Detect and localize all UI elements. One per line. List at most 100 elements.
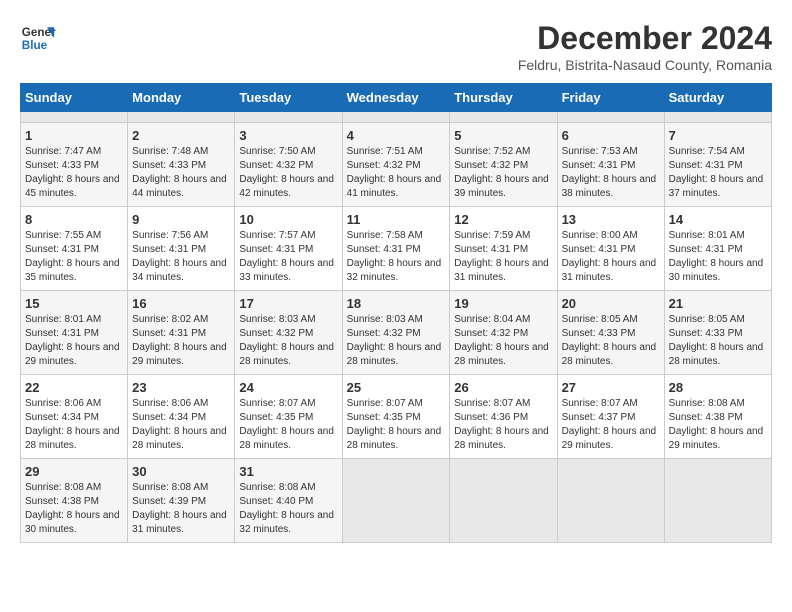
col-saturday: Saturday (664, 84, 771, 112)
day-number: 17 (239, 296, 337, 311)
calendar-cell (21, 112, 128, 123)
calendar-cell: 9 Sunrise: 7:56 AM Sunset: 4:31 PM Daylig… (128, 207, 235, 291)
day-number: 19 (454, 296, 552, 311)
day-number: 11 (347, 212, 446, 227)
calendar-cell (557, 459, 664, 543)
calendar-cell (450, 112, 557, 123)
day-info: Sunrise: 8:03 AM Sunset: 4:32 PM Dayligh… (347, 313, 446, 369)
col-thursday: Thursday (450, 84, 557, 112)
calendar-cell: 13 Sunrise: 8:00 AM Sunset: 4:31 PM Dayli… (557, 207, 664, 291)
title-area: December 2024 Feldru, Bistrita-Nasaud Co… (518, 20, 772, 73)
day-info: Sunrise: 8:01 AM Sunset: 4:31 PM Dayligh… (669, 229, 767, 285)
col-friday: Friday (557, 84, 664, 112)
svg-text:Blue: Blue (22, 39, 48, 52)
calendar-cell: 11 Sunrise: 7:58 AM Sunset: 4:31 PM Dayli… (342, 207, 450, 291)
day-info: Sunrise: 8:08 AM Sunset: 4:40 PM Dayligh… (239, 481, 337, 537)
day-info: Sunrise: 8:03 AM Sunset: 4:32 PM Dayligh… (239, 313, 337, 369)
day-number: 9 (132, 212, 230, 227)
calendar-cell: 29Sunrise: 8:08 AM Sunset: 4:38 PM Dayli… (21, 459, 128, 543)
day-info: Sunrise: 8:01 AM Sunset: 4:31 PM Dayligh… (25, 313, 123, 369)
logo: General Blue (20, 20, 56, 56)
page-title: December 2024 (518, 20, 772, 57)
page-subtitle: Feldru, Bistrita-Nasaud County, Romania (518, 57, 772, 73)
calendar-week-row (21, 112, 772, 123)
day-number: 4 (347, 128, 446, 143)
calendar-cell: 12Sunrise: 7:59 AM Sunset: 4:31 PM Dayli… (450, 207, 557, 291)
calendar-cell: 10Sunrise: 7:57 AM Sunset: 4:31 PM Dayli… (235, 207, 342, 291)
calendar-cell: 23 Sunrise: 8:06 AM Sunset: 4:34 PM Dayli… (128, 375, 235, 459)
calendar-cell: 26 Sunrise: 8:07 AM Sunset: 4:36 PM Dayli… (450, 375, 557, 459)
calendar-cell (235, 112, 342, 123)
day-info: Sunrise: 8:04 AM Sunset: 4:32 PM Dayligh… (454, 313, 552, 369)
calendar-cell: 25Sunrise: 8:07 AM Sunset: 4:35 PM Dayli… (342, 375, 450, 459)
calendar-cell (664, 112, 771, 123)
calendar-cell (342, 112, 450, 123)
calendar-cell: 16Sunrise: 8:02 AM Sunset: 4:31 PM Dayli… (128, 291, 235, 375)
day-info: Sunrise: 7:57 AM Sunset: 4:31 PM Dayligh… (239, 229, 337, 285)
logo-icon: General Blue (20, 20, 56, 56)
day-info: Sunrise: 7:56 AM Sunset: 4:31 PM Dayligh… (132, 229, 230, 285)
day-info: Sunrise: 8:00 AM Sunset: 4:31 PM Dayligh… (562, 229, 660, 285)
calendar-cell: 7 Sunrise: 7:54 AM Sunset: 4:31 PM Daylig… (664, 123, 771, 207)
calendar-cell: 31 Sunrise: 8:08 AM Sunset: 4:40 PM Dayli… (235, 459, 342, 543)
day-number: 13 (562, 212, 660, 227)
calendar-cell: 22Sunrise: 8:06 AM Sunset: 4:34 PM Dayli… (21, 375, 128, 459)
day-info: Sunrise: 8:06 AM Sunset: 4:34 PM Dayligh… (132, 397, 230, 453)
day-info: Sunrise: 8:07 AM Sunset: 4:36 PM Dayligh… (454, 397, 552, 453)
day-number: 25 (347, 380, 446, 395)
col-wednesday: Wednesday (342, 84, 450, 112)
day-number: 30 (132, 464, 230, 479)
day-info: Sunrise: 8:05 AM Sunset: 4:33 PM Dayligh… (669, 313, 767, 369)
calendar-cell (450, 459, 557, 543)
day-number: 27 (562, 380, 660, 395)
day-number: 31 (239, 464, 337, 479)
day-number: 23 (132, 380, 230, 395)
calendar-cell: 18 Sunrise: 8:03 AM Sunset: 4:32 PM Dayli… (342, 291, 450, 375)
day-number: 16 (132, 296, 230, 311)
day-number: 6 (562, 128, 660, 143)
calendar-cell: 8 Sunrise: 7:55 AM Sunset: 4:31 PM Daylig… (21, 207, 128, 291)
day-info: Sunrise: 7:55 AM Sunset: 4:31 PM Dayligh… (25, 229, 123, 285)
day-number: 24 (239, 380, 337, 395)
calendar-cell: 14 Sunrise: 8:01 AM Sunset: 4:31 PM Dayli… (664, 207, 771, 291)
day-info: Sunrise: 7:52 AM Sunset: 4:32 PM Dayligh… (454, 145, 552, 201)
calendar-cell: 30Sunrise: 8:08 AM Sunset: 4:39 PM Dayli… (128, 459, 235, 543)
day-info: Sunrise: 7:53 AM Sunset: 4:31 PM Dayligh… (562, 145, 660, 201)
day-number: 22 (25, 380, 123, 395)
calendar-cell: 27Sunrise: 8:07 AM Sunset: 4:37 PM Dayli… (557, 375, 664, 459)
day-number: 21 (669, 296, 767, 311)
day-info: Sunrise: 7:54 AM Sunset: 4:31 PM Dayligh… (669, 145, 767, 201)
calendar-cell: 1Sunrise: 7:47 AM Sunset: 4:33 PM Daylig… (21, 123, 128, 207)
day-number: 2 (132, 128, 230, 143)
calendar-week-row: 22 Sunrise: 8:06 AM Sunset: 4:34 PM Dayli… (21, 375, 772, 459)
calendar-cell: 4 Sunrise: 7:51 AM Sunset: 4:32 PM Daylig… (342, 123, 450, 207)
day-number: 8 (25, 212, 123, 227)
col-sunday: Sunday (21, 84, 128, 112)
day-number: 7 (669, 128, 767, 143)
day-number: 1 (25, 128, 123, 143)
calendar-header-row: Sunday Monday Tuesday Wednesday Thursday… (21, 84, 772, 112)
day-info: Sunrise: 7:51 AM Sunset: 4:32 PM Dayligh… (347, 145, 446, 201)
day-info: Sunrise: 7:48 AM Sunset: 4:33 PM Dayligh… (132, 145, 230, 201)
calendar-cell (342, 459, 450, 543)
calendar-cell: 6 Sunrise: 7:53 AM Sunset: 4:31 PM Daylig… (557, 123, 664, 207)
day-info: Sunrise: 8:08 AM Sunset: 4:38 PM Dayligh… (25, 481, 123, 537)
calendar-cell (664, 459, 771, 543)
calendar-cell: 19 Sunrise: 8:04 AM Sunset: 4:32 PM Dayli… (450, 291, 557, 375)
calendar-week-row: 8 Sunrise: 7:55 AM Sunset: 4:31 PM Daylig… (21, 207, 772, 291)
calendar-cell: 15Sunrise: 8:01 AM Sunset: 4:31 PM Dayli… (21, 291, 128, 375)
day-info: Sunrise: 7:58 AM Sunset: 4:31 PM Dayligh… (347, 229, 446, 285)
day-number: 26 (454, 380, 552, 395)
day-info: Sunrise: 8:07 AM Sunset: 4:35 PM Dayligh… (239, 397, 337, 453)
calendar-cell: 3Sunrise: 7:50 AM Sunset: 4:32 PM Daylig… (235, 123, 342, 207)
day-number: 14 (669, 212, 767, 227)
day-number: 3 (239, 128, 337, 143)
page-header: General Blue December 2024 Feldru, Bistr… (20, 20, 772, 73)
calendar-week-row: 29Sunrise: 8:08 AM Sunset: 4:38 PM Dayli… (21, 459, 772, 543)
day-number: 20 (562, 296, 660, 311)
calendar-cell: 21 Sunrise: 8:05 AM Sunset: 4:33 PM Dayli… (664, 291, 771, 375)
day-info: Sunrise: 8:05 AM Sunset: 4:33 PM Dayligh… (562, 313, 660, 369)
calendar-cell: 2 Sunrise: 7:48 AM Sunset: 4:33 PM Daylig… (128, 123, 235, 207)
calendar-cell (557, 112, 664, 123)
day-number: 18 (347, 296, 446, 311)
